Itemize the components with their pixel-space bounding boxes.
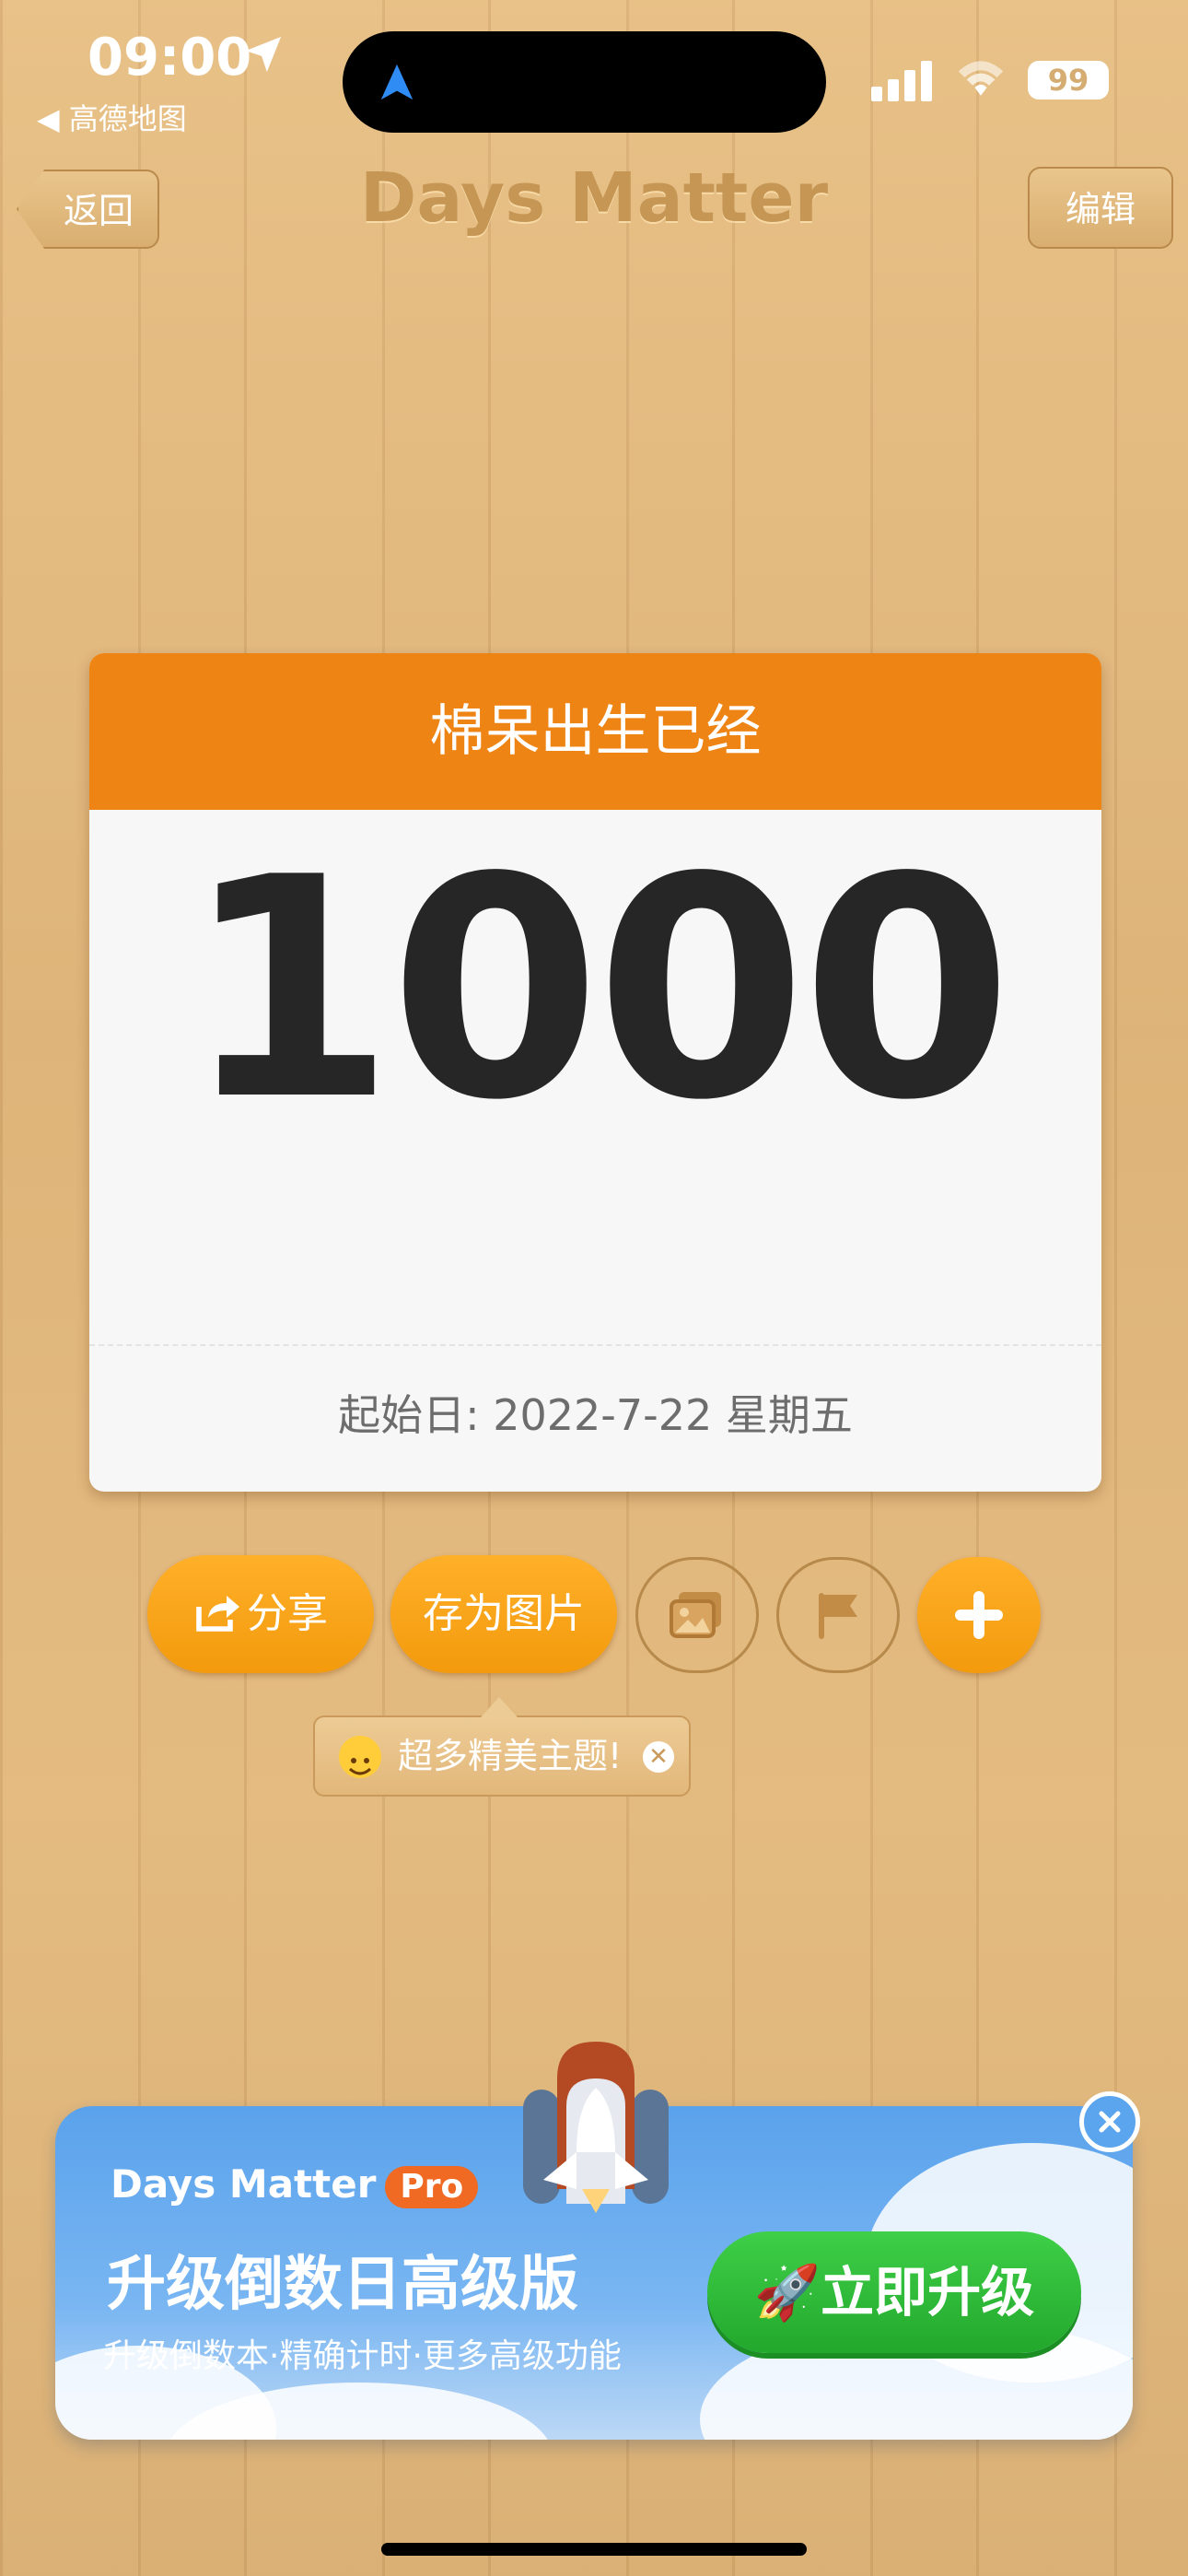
navigation-icon: [380, 64, 413, 100]
save-image-button[interactable]: 存为图片: [390, 1555, 617, 1673]
battery-icon: 99: [1028, 61, 1109, 100]
countdown-card[interactable]: 棉呆出生已经 1000 起始日: 2022-7-22 星期五: [89, 653, 1101, 1492]
tooltip-text: 超多精美主题!: [398, 1736, 623, 1776]
days-count: 1000: [183, 813, 1012, 1166]
edit-button[interactable]: 编辑: [1028, 167, 1173, 249]
close-icon: [1099, 2111, 1121, 2133]
back-to-app-link[interactable]: ◀ 高德地图: [37, 96, 187, 138]
page-title: Days Matter: [359, 158, 829, 238]
dynamic-island: [343, 31, 826, 133]
upgrade-button[interactable]: 🚀立即升级: [707, 2231, 1081, 2353]
theme-tooltip[interactable]: 超多精美主题! ✕: [313, 1697, 691, 1797]
home-indicator[interactable]: [381, 2543, 807, 2556]
close-banner-button[interactable]: [1079, 2091, 1140, 2152]
tooltip-arrow: [481, 1697, 518, 1717]
share-button[interactable]: 分享: [147, 1555, 374, 1673]
promo-title: 升级倒数日高级版: [107, 2251, 578, 2319]
pro-badge: Pro: [385, 2166, 479, 2208]
plus-icon: [955, 1591, 1003, 1639]
smile-icon: [339, 1736, 381, 1778]
event-title: 棉呆出生已经: [89, 653, 1101, 810]
pin-button[interactable]: [776, 1557, 900, 1673]
wifi-icon: [958, 61, 1004, 96]
rocket-icon: [523, 2042, 669, 2213]
start-date: 起始日: 2022-7-22 星期五: [338, 1390, 853, 1440]
tooltip-close-icon[interactable]: ✕: [643, 1741, 674, 1773]
theme-image-icon: [670, 1592, 721, 1638]
signal-icon: [871, 61, 932, 101]
flag-icon: [819, 1593, 857, 1639]
location-arrow-icon: [245, 36, 282, 73]
promo-brand: Days Matter Pro: [111, 2161, 479, 2208]
promo-subtitle: 升级倒数本·精确计时·更多高级功能: [103, 2337, 622, 2375]
share-icon: [196, 1596, 239, 1632]
theme-button[interactable]: [635, 1557, 759, 1673]
share-label: 分享: [247, 1590, 328, 1637]
brand-name: Days Matter: [111, 2161, 377, 2207]
status-time: 09:00: [87, 28, 252, 88]
add-button[interactable]: [917, 1557, 1041, 1673]
